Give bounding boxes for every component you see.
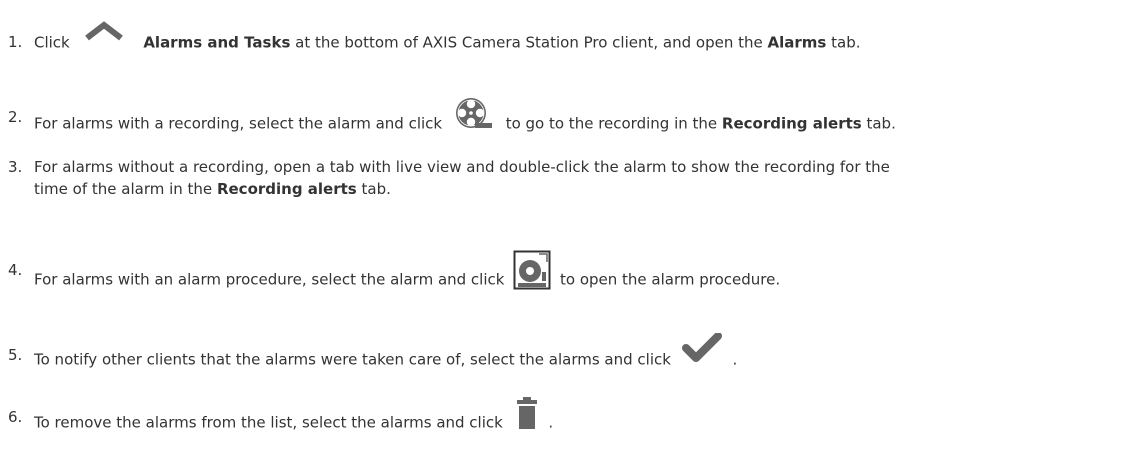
step-number: 6. (8, 408, 23, 426)
step-text-part: For alarms with a recording, select the … (34, 114, 443, 133)
step-text: To notify other clients that the alarms … (34, 333, 1134, 375)
step-text-part: To remove the alarms from the list, sele… (34, 413, 503, 432)
step-text-part: time of the alarm in the (34, 180, 213, 198)
step-text-part: To notify other clients that the alarms … (34, 350, 671, 369)
trash-icon (516, 397, 538, 429)
step-text-bold: Recording alerts (216, 180, 357, 198)
step-number: 2. (8, 108, 23, 126)
step-text: For alarms with a recording, select the … (34, 98, 1134, 141)
step-text-line: time of the alarm in the Recording alert… (34, 179, 1134, 199)
step-text-line: For alarms without a recording, open a t… (34, 158, 890, 176)
step-text: For alarms without a recording, open a t… (34, 157, 1134, 199)
step-text-part: For alarms with an alarm procedure, sele… (34, 270, 505, 289)
film-reel-icon (453, 97, 493, 131)
step-number: 5. (8, 346, 23, 364)
step-number: 1. (8, 33, 23, 51)
step-text-part: . (732, 350, 738, 369)
step-text-part: tab. (831, 33, 861, 52)
step-text-bold: Alarms (767, 33, 827, 52)
step-text-part: to open the alarm procedure. (560, 270, 781, 289)
step-text-part: at the bottom of AXIS Camera Station Pro… (295, 33, 763, 52)
step-number: 3. (8, 158, 23, 176)
step-text: For alarms with an alarm procedure, sele… (34, 250, 1134, 300)
step-number: 4. (8, 261, 23, 279)
step-text-part: tab. (361, 180, 391, 198)
step-text: To remove the alarms from the list, sele… (34, 397, 1134, 439)
step-text-part: tab. (866, 114, 896, 133)
step-text-part: to go to the recording in the (505, 114, 718, 133)
step-text-bold: Recording alerts (721, 114, 862, 133)
step-text-bold: Alarms and Tasks (143, 33, 291, 52)
chevron-up-icon (81, 20, 127, 42)
step-text-part: Click (34, 33, 70, 52)
step-text-part: . (548, 413, 554, 432)
checkmark-icon (681, 333, 722, 363)
alarm-procedure-icon (513, 250, 551, 290)
step-text: Click Alarms and Tasks at the bottom of … (34, 21, 1134, 54)
